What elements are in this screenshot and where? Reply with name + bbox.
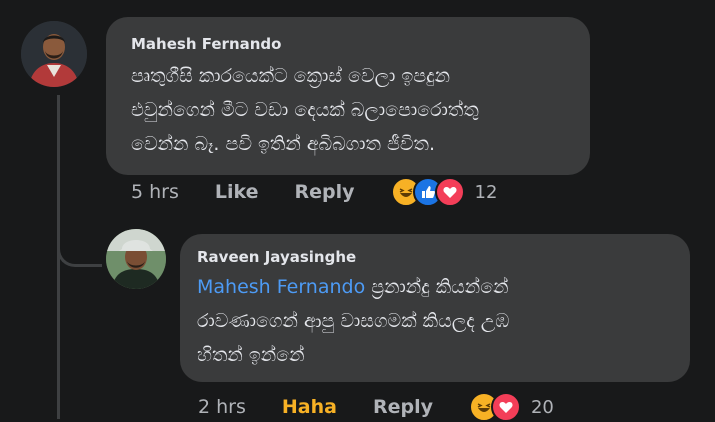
haha-reaction-button[interactable]: Haha bbox=[282, 396, 337, 418]
comment-timestamp[interactable]: 2 hrs bbox=[198, 396, 246, 418]
reaction-count: 20 bbox=[530, 396, 554, 418]
comment-actions: 2 hrs Haha Reply 20 bbox=[198, 392, 554, 422]
like-button[interactable]: Like bbox=[215, 181, 259, 203]
comment-author[interactable]: Raveen Jayasinghe bbox=[197, 248, 356, 266]
reaction-summary[interactable] bbox=[468, 392, 521, 422]
avatar-photo bbox=[106, 229, 166, 289]
comment-text-fragment: ප්‍රනාන්දු කියන්නේ bbox=[365, 276, 509, 298]
comment-text: Mahesh Fernando ප්‍රනාන්දු කියන්නේ රාවණා… bbox=[197, 270, 672, 372]
comment-text-line: හිතන් ඉන්නේ bbox=[197, 344, 305, 366]
reaction-count: 12 bbox=[474, 181, 498, 203]
comment-author[interactable]: Mahesh Fernando bbox=[131, 35, 281, 53]
mention-link[interactable]: Mahesh Fernando bbox=[197, 276, 365, 298]
comment-bubble: Mahesh Fernando පෘතුගීසි කාරයෙක්ට ක්‍රොස… bbox=[106, 17, 590, 175]
reaction-summary[interactable] bbox=[390, 177, 465, 207]
comment-timestamp[interactable]: 5 hrs bbox=[131, 181, 179, 203]
avatar[interactable] bbox=[21, 21, 87, 87]
comment-text-line: එවුන්ගෙන් මීට වඩා දෙයක් බලාපොරොත්තු bbox=[131, 99, 479, 121]
love-icon bbox=[490, 392, 521, 422]
reply-connector bbox=[57, 195, 102, 267]
avatar-photo bbox=[21, 21, 87, 87]
comment-actions: 5 hrs Like Reply 12 bbox=[131, 177, 497, 207]
comment-text-line: පෘතුගීසි කාරයෙක්ට ක්‍රොස් වෙලා ඉපදුන bbox=[131, 65, 451, 87]
reply-button[interactable]: Reply bbox=[373, 396, 433, 418]
comment-bubble: Raveen Jayasinghe Mahesh Fernando ප්‍රනා… bbox=[180, 234, 690, 382]
comment-text-line: වෙන්න බෑ. පවි ඉතින් අබිබගාත ජීවිත. bbox=[131, 133, 435, 155]
comment-text: පෘතුගීසි කාරයෙක්ට ක්‍රොස් වෙලා ඉපදුන එවු… bbox=[131, 59, 571, 161]
comment-text-line: රාවණාගෙන් ආපු වාසගමක් කියලද උඹ bbox=[197, 310, 510, 332]
avatar[interactable] bbox=[106, 229, 166, 289]
reply-button[interactable]: Reply bbox=[295, 181, 355, 203]
comment-text-line: Mahesh Fernando ප්‍රනාන්දු කියන්නේ bbox=[197, 270, 672, 304]
love-icon bbox=[434, 177, 465, 207]
